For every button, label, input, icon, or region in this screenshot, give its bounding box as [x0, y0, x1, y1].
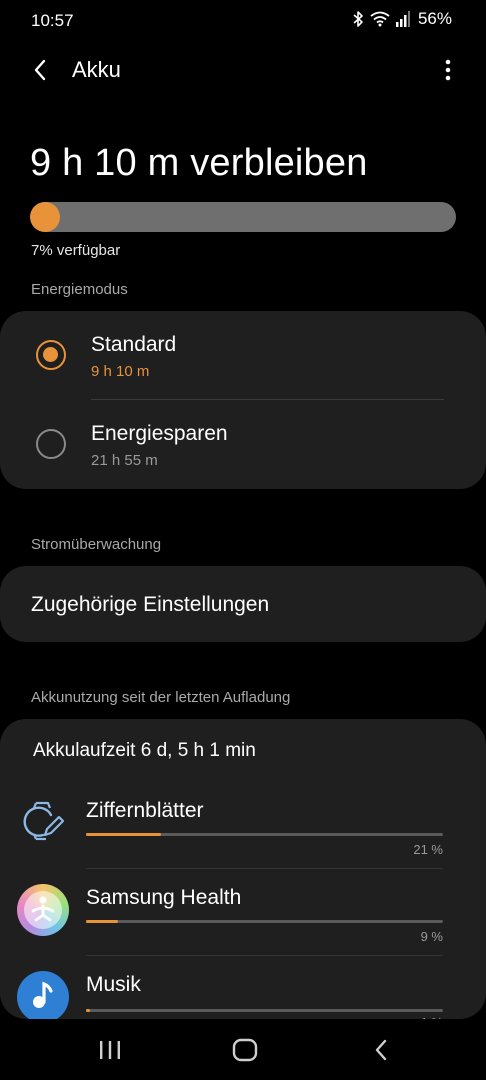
bluetooth-icon: [353, 11, 363, 27]
watch-face-edit-icon: [17, 795, 69, 847]
usage-percent: 1 %: [421, 1015, 443, 1019]
battery-screen: 10:57 56% Akku 9 h 10 m verbleiben 7% ve…: [0, 0, 486, 1080]
app-name: Samsung Health: [86, 886, 242, 909]
radio-selected-icon[interactable]: [36, 340, 66, 370]
related-settings-label: Zugehörige Einstellungen: [31, 593, 270, 616]
navigation-bar: [0, 1020, 486, 1080]
more-options-button[interactable]: [436, 54, 460, 86]
back-icon: [375, 1039, 387, 1061]
power-mode-title: Energiesparen: [91, 422, 228, 445]
usage-app-row[interactable]: Musik 1 %: [0, 957, 486, 1019]
music-note-icon: [17, 971, 69, 1019]
power-mode-option-saving[interactable]: Energiesparen 21 h 55 m: [0, 400, 486, 489]
usage-bar-fill: [86, 833, 161, 836]
monitoring-section-label: Stromüberwachung: [31, 536, 162, 553]
battery-level-fill: [30, 202, 60, 232]
status-icons: 56%: [352, 9, 452, 29]
chevron-left-icon: [34, 59, 46, 81]
battery-available-text: 7% verfügbar: [31, 242, 121, 259]
more-vertical-icon: [445, 59, 451, 81]
usage-bar-fill: [86, 1009, 90, 1012]
remaining-time: 9 h 10 m verbleiben: [30, 142, 368, 184]
power-mode-subtitle: 21 h 55 m: [91, 452, 158, 469]
wifi-icon: [370, 11, 390, 27]
usage-bar: [86, 920, 443, 923]
usage-section-label: Akkunutzung seit der letzten Aufladung: [31, 689, 291, 706]
back-button[interactable]: [24, 54, 56, 86]
radio-unselected-icon[interactable]: [36, 429, 66, 459]
app-name: Musik: [86, 973, 141, 996]
home-icon: [232, 1038, 258, 1062]
power-mode-subtitle: 9 h 10 m: [91, 363, 150, 380]
usage-percent: 21 %: [413, 842, 443, 857]
power-mode-section-label: Energiemodus: [31, 281, 128, 298]
home-button[interactable]: [225, 1034, 265, 1066]
related-settings-button[interactable]: Zugehörige Einstellungen: [0, 566, 486, 642]
usage-bar: [86, 1009, 443, 1012]
status-bar: 10:57 56%: [0, 0, 486, 44]
page-title: Akku: [72, 57, 121, 82]
signal-icon: [395, 11, 410, 27]
recent-apps-button[interactable]: [90, 1034, 130, 1066]
usage-bar-fill: [86, 920, 119, 923]
app-bar: Akku: [0, 48, 486, 92]
power-mode-title: Standard: [91, 333, 177, 356]
app-name: Ziffernblätter: [86, 799, 204, 822]
nav-back-button[interactable]: [361, 1034, 401, 1066]
usage-app-row[interactable]: Samsung Health 9 %: [0, 870, 486, 957]
usage-app-row[interactable]: Ziffernblätter 21 %: [0, 783, 486, 870]
status-battery-percent: 56%: [417, 9, 452, 28]
usage-percent: 9 %: [420, 929, 443, 944]
samsung-health-icon: [17, 884, 69, 936]
divider: [86, 955, 443, 956]
usage-bar: [86, 833, 443, 836]
recent-apps-icon: [100, 1041, 120, 1059]
usage-card: Akkulaufzeit 6 d, 5 h 1 min Ziffernblätt…: [0, 719, 486, 1019]
battery-runtime-text: Akkulaufzeit 6 d, 5 h 1 min: [33, 740, 256, 761]
status-time: 10:57: [31, 11, 74, 30]
power-mode-option-standard[interactable]: Standard 9 h 10 m: [0, 311, 486, 400]
power-mode-card: Standard 9 h 10 m Energiesparen 21 h 55 …: [0, 311, 486, 489]
divider: [86, 868, 443, 869]
battery-level-bar: [30, 202, 456, 232]
